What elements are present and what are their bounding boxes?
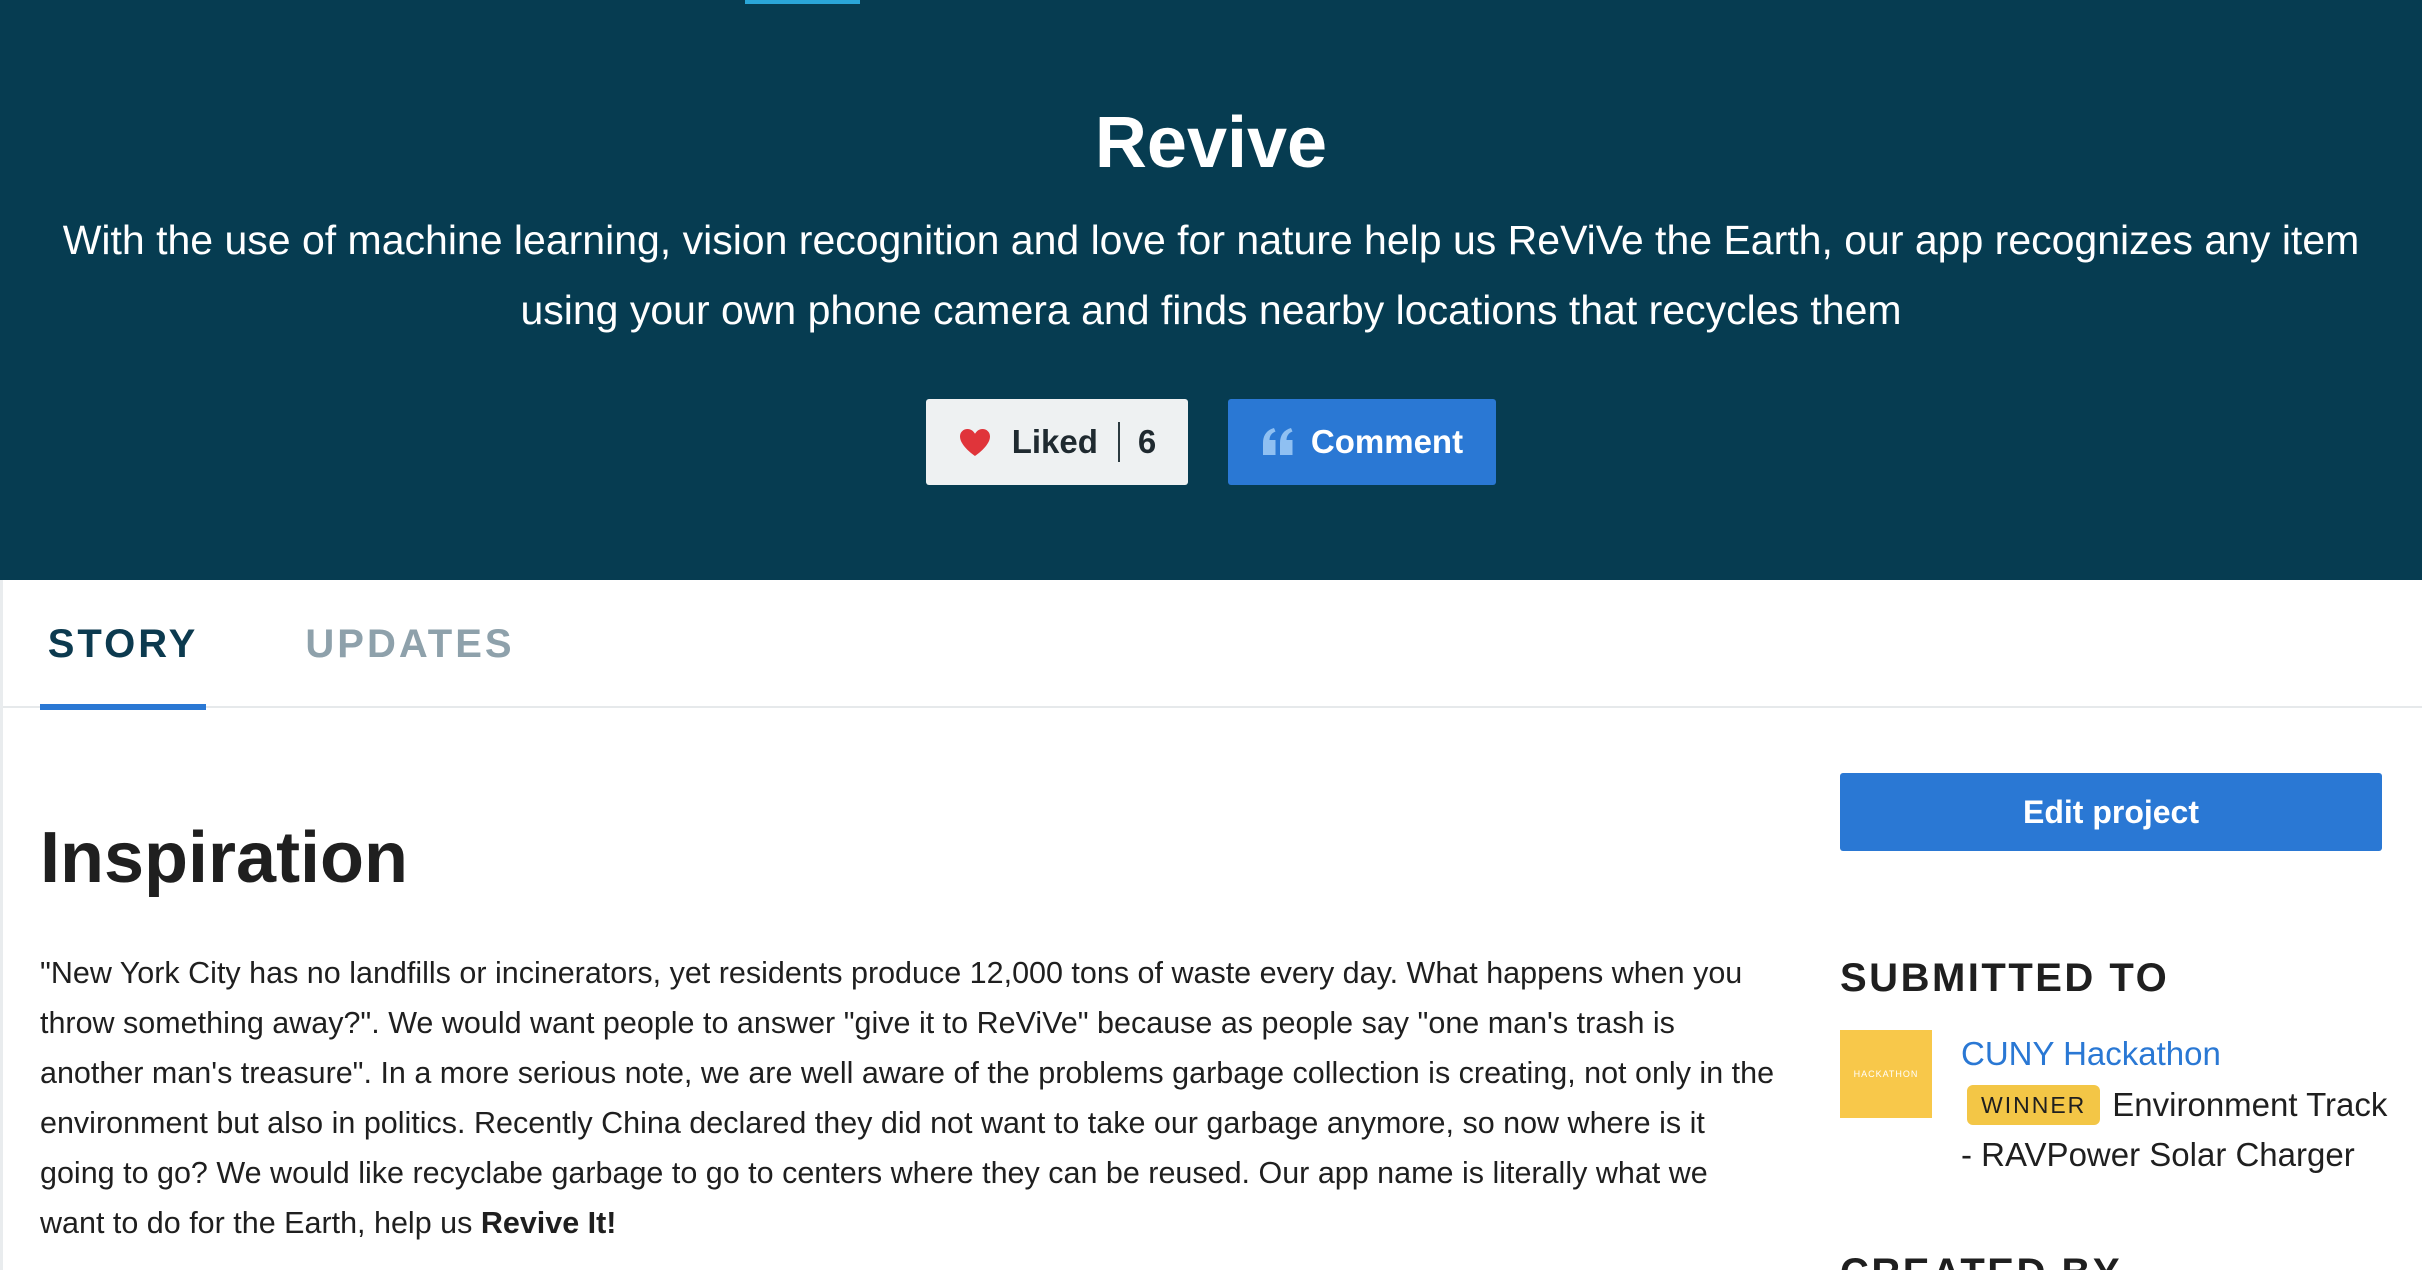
left-edge-shade: [0, 580, 3, 1270]
comment-label: Comment: [1310, 423, 1464, 460]
tab-updates-label: UPDATES: [305, 622, 515, 666]
like-label: Liked: [1011, 423, 1098, 460]
project-title: Revive: [1094, 103, 1328, 183]
project-tagline: With the use of machine learning, vision…: [62, 217, 2360, 333]
story-paragraph-text: "New York City has no landfills or incin…: [40, 956, 1775, 1240]
edit-project-button[interactable]: Edit project: [1840, 773, 2382, 851]
hackathon-link[interactable]: CUNY Hackathon: [1961, 1030, 2221, 1078]
tab-updates[interactable]: UPDATES: [300, 580, 520, 708]
story-paragraph: "New York City has no landfills or incin…: [40, 948, 1780, 1248]
created-by-heading: CREATED BY: [1840, 1245, 2122, 1270]
hackathon-logo[interactable]: HACKATHON: [1840, 1030, 1932, 1118]
submitted-to-heading: SUBMITTED TO: [1840, 956, 2170, 1000]
comment-button[interactable]: Comment: [1228, 399, 1496, 485]
project-hero: Revive With the use of machine learning,…: [0, 0, 2422, 580]
like-button[interactable]: Liked 6: [926, 399, 1188, 485]
prize-info: WINNER Environment Track - RAVPower Solar…: [1961, 1080, 2391, 1180]
project-page: Revive With the use of machine learning,…: [0, 0, 2422, 1270]
quote-icon: [1262, 428, 1293, 455]
heart-icon: [959, 429, 990, 456]
tab-story[interactable]: STORY: [40, 580, 206, 710]
story-paragraph-emphasis: Revive It!: [480, 1206, 617, 1240]
like-count: 6: [1137, 423, 1157, 460]
winner-badge: WINNER: [1967, 1085, 2101, 1125]
hero-accent-bar: [745, 0, 860, 4]
tab-active-indicator: [40, 704, 206, 710]
section-heading-inspiration: Inspiration: [40, 818, 409, 898]
project-tabs: STORY UPDATES: [0, 580, 2422, 710]
hackathon-logo-text: HACKATHON: [1853, 1069, 1919, 1079]
like-divider: [1117, 422, 1120, 462]
tab-story-label: STORY: [47, 622, 199, 666]
